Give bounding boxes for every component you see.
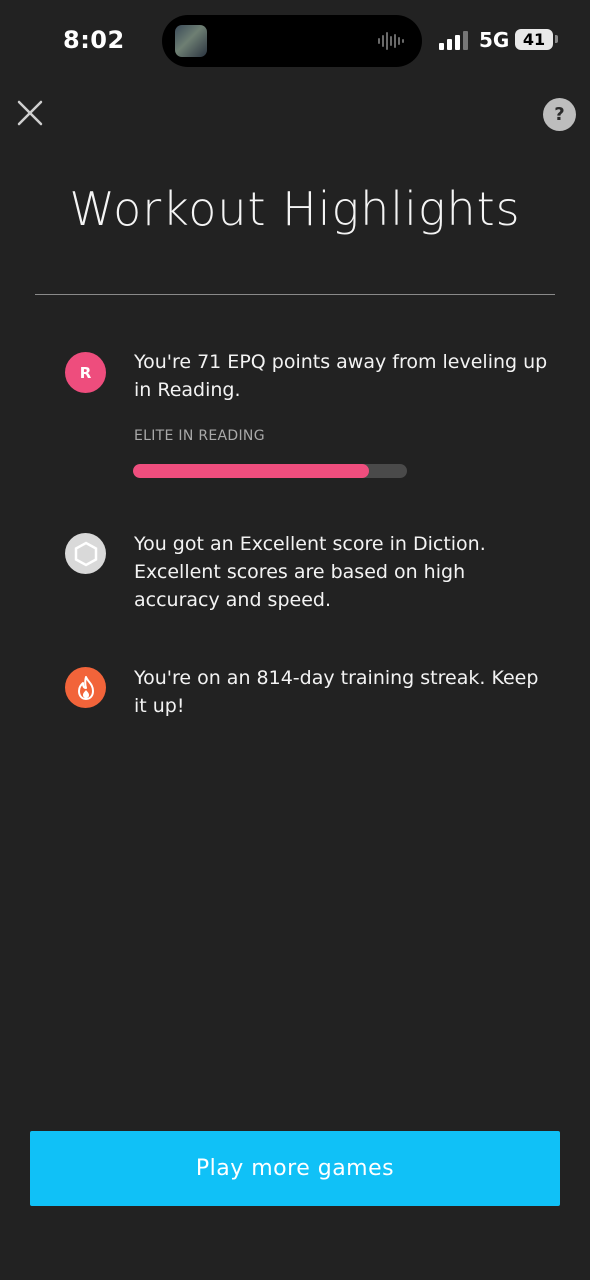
cellular-signal-icon (439, 31, 468, 50)
progress-bar (133, 464, 407, 478)
page-title: Workout Highlights (69, 182, 521, 236)
reading-badge-letter: R (79, 363, 92, 382)
audio-waveform-icon (378, 32, 404, 50)
highlight-text: You got an Excellent score in Diction. E… (134, 533, 486, 611)
help-button[interactable]: ? (543, 98, 576, 131)
progress-label: ELITE IN READING (134, 428, 265, 444)
flame-icon (65, 667, 106, 708)
dynamic-island[interactable] (162, 15, 422, 67)
battery-tip (555, 35, 558, 43)
network-type: 5G (479, 28, 510, 52)
progress-fill (133, 464, 369, 478)
battery-icon: 41 (515, 29, 553, 50)
divider (35, 294, 555, 295)
help-icon: ? (554, 104, 565, 125)
now-playing-thumbnail (175, 25, 207, 57)
reading-badge-icon: R (65, 352, 106, 393)
battery-level: 41 (522, 30, 546, 49)
close-button[interactable] (14, 97, 46, 129)
hexagon-icon (65, 533, 106, 574)
play-more-games-button[interactable]: Play more games (30, 1131, 560, 1206)
close-icon (17, 100, 43, 126)
status-bar: 8:02 5G 41 (0, 0, 590, 80)
highlight-text: You're 71 EPQ points away from leveling … (134, 351, 548, 401)
highlight-text: You're on an 814-day training streak. Ke… (134, 667, 539, 717)
status-time: 8:02 (63, 26, 125, 54)
